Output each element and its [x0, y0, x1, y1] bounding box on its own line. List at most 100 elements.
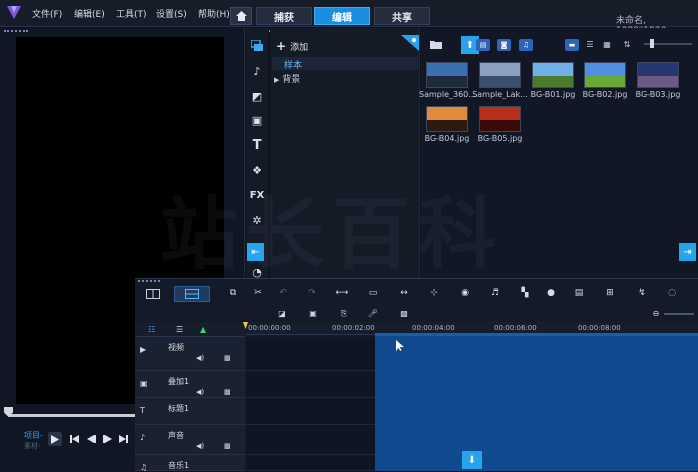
- chapter-button[interactable]: ☰: [176, 325, 188, 335]
- pan-zoom-button[interactable]: ⊹: [426, 286, 442, 300]
- menu-tools[interactable]: 工具(T): [116, 7, 147, 20]
- tree-item-label: 背景: [282, 75, 301, 85]
- sort-icon: ⇅: [623, 39, 631, 49]
- slider-knob[interactable]: [650, 39, 654, 48]
- media-thumbnail[interactable]: [479, 62, 521, 88]
- replace-button[interactable]: ⎘: [336, 307, 352, 320]
- color-circles-icon: ●: [547, 288, 555, 298]
- selection-range[interactable]: [375, 336, 698, 471]
- zoom-out-button[interactable]: ⊖: [648, 307, 664, 320]
- timecode-icon: ▣: [309, 309, 317, 318]
- home-icon: [235, 11, 247, 21]
- collapse-right-button[interactable]: ⇥: [679, 243, 696, 261]
- track-header[interactable]: [135, 455, 245, 471]
- home-button[interactable]: [230, 7, 252, 25]
- motion-button[interactable]: ▚: [517, 286, 533, 300]
- capture-button[interactable]: ▩: [396, 307, 412, 320]
- track-header[interactable]: [135, 425, 245, 455]
- sort-button[interactable]: ⇅: [620, 37, 634, 51]
- view-grid-button[interactable]: ▦: [600, 37, 614, 51]
- menu-help[interactable]: 帮助(H): [198, 7, 230, 20]
- show-photo-button[interactable]: ◙: [497, 39, 511, 51]
- show-audio-button[interactable]: ♫: [519, 39, 533, 51]
- tree-item-background[interactable]: ▶ 背景: [274, 72, 300, 85]
- home-frame-button[interactable]: [67, 432, 81, 446]
- view-list-button[interactable]: ☰: [583, 37, 597, 51]
- magnifier-icon: ⊖: [652, 309, 660, 318]
- menu-edit[interactable]: 编辑(E): [74, 7, 105, 20]
- timecode-button[interactable]: ▣: [305, 307, 321, 320]
- tree-item-sample[interactable]: 样本: [272, 57, 418, 71]
- fit-button[interactable]: ◌: [664, 286, 680, 300]
- trim-button[interactable]: ⟷: [334, 286, 350, 300]
- transition-button[interactable]: ◩: [247, 86, 267, 106]
- media-thumbnail[interactable]: [532, 62, 574, 88]
- panel-grip[interactable]: [4, 30, 28, 32]
- thumbnail-label: Sample_360...: [419, 90, 475, 99]
- media-thumbnail[interactable]: [426, 62, 468, 88]
- panel-grip[interactable]: [138, 280, 160, 282]
- menu-file[interactable]: 文件(F): [32, 7, 62, 20]
- end-frame-button[interactable]: [116, 432, 130, 446]
- title-button[interactable]: T: [247, 135, 267, 155]
- download-arrow-icon: ⬇: [467, 454, 477, 466]
- checker-icon[interactable]: ▩: [224, 354, 231, 362]
- track-name: 标题1: [168, 404, 190, 413]
- auto-music-button[interactable]: ◪: [274, 307, 290, 320]
- thumbnail-label: BG-B03.jpg: [635, 90, 681, 99]
- show-video-button[interactable]: ▤: [476, 39, 490, 51]
- media-thumbnail[interactable]: [426, 106, 468, 132]
- motion-track-button[interactable]: ↯: [634, 286, 650, 300]
- undo-icon: ↶: [279, 288, 287, 298]
- media-library-button[interactable]: [247, 36, 267, 56]
- speaker-icon[interactable]: ◀): [196, 442, 204, 450]
- checker-icon[interactable]: ▩: [224, 388, 231, 396]
- project-mode-tab[interactable]: 项目-: [24, 430, 43, 441]
- timeline-view-button[interactable]: [174, 286, 210, 302]
- tab-capture[interactable]: 捕获: [256, 7, 312, 25]
- media-thumbnail[interactable]: [584, 62, 626, 88]
- tab-edit[interactable]: 编辑: [314, 7, 370, 25]
- next-frame-button[interactable]: [100, 432, 114, 446]
- folder-button[interactable]: [428, 37, 444, 51]
- speaker-icon[interactable]: ◀): [196, 354, 204, 362]
- track-manager-button[interactable]: ☷: [148, 325, 160, 335]
- thumbnail-label: BG-B04.jpg: [424, 134, 470, 143]
- add-folder-button[interactable]: + 添加: [276, 39, 308, 53]
- record-voice-button[interactable]: 🎤︎: [365, 307, 381, 320]
- corner-star-icon: [401, 35, 419, 51]
- split-button[interactable]: ↔: [396, 286, 412, 300]
- menu-settings[interactable]: 设置(S): [156, 7, 187, 20]
- split-screen-button[interactable]: ⊞: [602, 286, 618, 300]
- multi-track-button[interactable]: ⧉: [225, 286, 241, 300]
- storyboard-view-button[interactable]: [143, 287, 163, 301]
- mask-button[interactable]: ◉: [457, 286, 473, 300]
- tab-share[interactable]: 共享: [374, 7, 430, 25]
- media-thumbnail[interactable]: [479, 106, 521, 132]
- expand-arrow-icon: ▶: [274, 76, 280, 84]
- media-thumbnail[interactable]: [637, 62, 679, 88]
- view-thumbnail-button[interactable]: ▬: [565, 39, 579, 51]
- speaker-icon[interactable]: ◀): [196, 388, 204, 396]
- timeline-zoom-slider[interactable]: [664, 313, 694, 315]
- trim-icon: ⟷: [335, 288, 349, 298]
- checker-icon[interactable]: ▩: [224, 442, 231, 450]
- insert-down-button[interactable]: ⬇: [462, 451, 482, 469]
- play-button[interactable]: [48, 432, 62, 446]
- prev-frame-button[interactable]: [84, 432, 98, 446]
- tools-button[interactable]: ✂: [250, 286, 266, 300]
- clip-mode-tab[interactable]: 素材-: [24, 441, 41, 451]
- subtitle-button[interactable]: ▤: [571, 286, 587, 300]
- redo-button[interactable]: ↷: [304, 286, 320, 300]
- track-header[interactable]: [135, 398, 245, 425]
- storyboard-icon: [146, 289, 160, 299]
- crop-button[interactable]: ▭: [365, 286, 381, 300]
- chapter-icon: ☰: [176, 325, 184, 334]
- app-logo-icon: [7, 6, 21, 19]
- color-button[interactable]: ●: [543, 286, 559, 300]
- audio-button[interactable]: ♬: [487, 286, 503, 300]
- instant-project-button[interactable]: ♪: [247, 61, 267, 81]
- undo-button[interactable]: ↶: [275, 286, 291, 300]
- add-marker-button[interactable]: ▲: [200, 325, 214, 335]
- graphic-button[interactable]: ▣: [247, 110, 267, 130]
